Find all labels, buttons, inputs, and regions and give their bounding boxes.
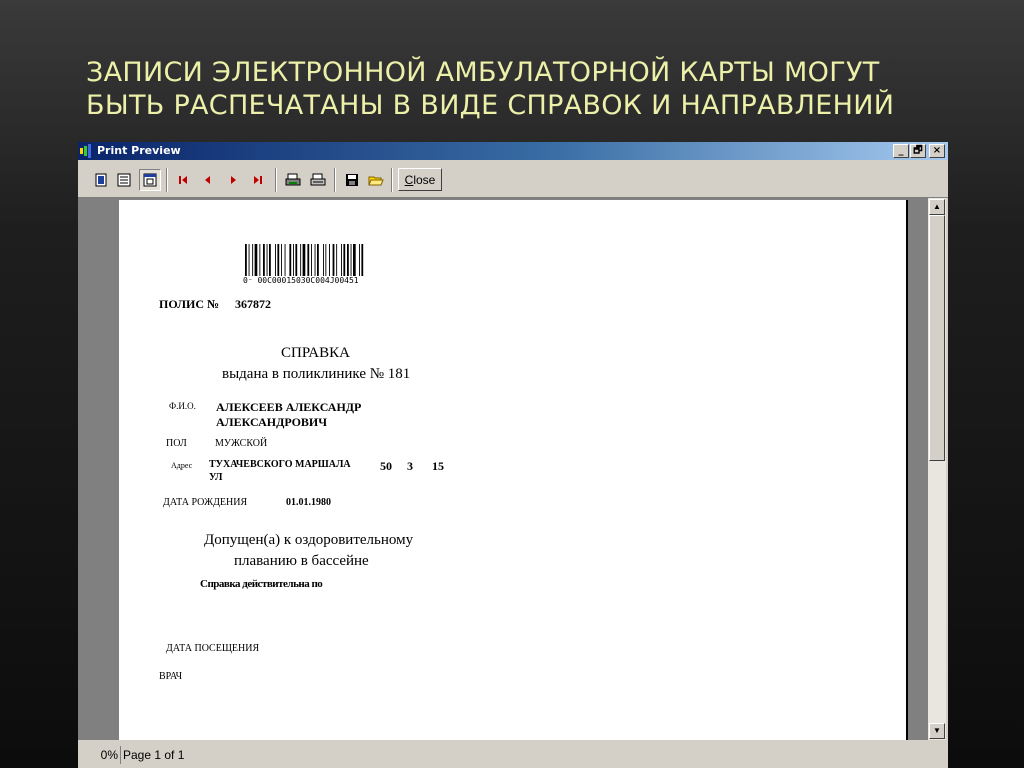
print-setup-button[interactable] — [282, 169, 304, 191]
fit-page-icon — [143, 173, 157, 187]
address-type: УЛ — [209, 472, 223, 483]
valid-until-label: Справка действительна по — [200, 578, 323, 590]
print-preview-window: Print Preview _ 🗗 × C lose 0⁻ 00C0001503… — [78, 142, 948, 768]
fio-label: Ф.И.О. — [169, 401, 196, 411]
open-icon — [368, 176, 384, 186]
fit-page-button[interactable] — [139, 169, 161, 191]
open-button[interactable] — [365, 169, 387, 191]
close-window-button[interactable]: × — [929, 144, 945, 158]
status-bar: 0% Page 1 of 1 — [78, 742, 948, 768]
barcode-text: 0⁻ 00C00015030C004J00451 — [243, 276, 359, 285]
last-page-icon — [254, 176, 262, 184]
save-icon — [346, 174, 358, 186]
minimize-button[interactable]: _ — [893, 144, 909, 158]
visit-date-label: ДАТА ПОСЕЩЕНИЯ — [166, 643, 260, 654]
close-mnemonic: C — [404, 172, 414, 187]
two-pages-icon — [117, 173, 131, 187]
first-page-button[interactable] — [172, 169, 194, 191]
document-subheading: выдана в поликлинике № 181 — [222, 366, 411, 382]
print-setup-icon — [285, 173, 301, 186]
toolbar: Close — [78, 162, 948, 198]
slide-title-line-2: БЫТЬ РАСПЕЧАТАНЫ В ВИДЕ СПРАВОК И НАПРАВ… — [86, 90, 895, 121]
address-building: 3 — [407, 459, 413, 473]
slide-title-line-1: ЗАПИСИ ЭЛЕКТРОННОЙ АМБУЛАТОРНОЙ КАРТЫ МО… — [86, 57, 880, 88]
window-title: Print Preview — [97, 144, 181, 157]
document-page: 0⁻ 00C00015030C004J00451 ПОЛИС № 367872 … — [119, 200, 908, 740]
address-house: 50 — [380, 459, 392, 473]
sex-label: ПОЛ — [166, 438, 187, 449]
print-button[interactable] — [307, 169, 329, 191]
next-page-button[interactable] — [222, 169, 244, 191]
policy-label: ПОЛИС № — [159, 297, 220, 311]
dob-value: 01.01.1980 — [286, 497, 331, 508]
fio-line-2: АЛЕКСАНДРОВИЧ — [216, 415, 328, 429]
prev-page-icon — [205, 176, 210, 184]
window-titlebar[interactable]: Print Preview _ 🗗 × — [78, 142, 948, 160]
scroll-down-button[interactable]: ▼ — [929, 723, 945, 739]
next-page-icon — [231, 176, 236, 184]
first-page-icon — [179, 176, 187, 184]
print-icon — [310, 173, 326, 186]
prev-page-button[interactable] — [197, 169, 219, 191]
slide-title: ЗАПИСИ ЭЛЕКТРОННОЙ АМБУЛАТОРНОЙ КАРТЫ МО… — [86, 56, 986, 122]
scroll-thumb[interactable] — [929, 215, 945, 461]
scroll-up-button[interactable]: ▲ — [929, 199, 945, 215]
admission-line-2: плаванию в бассейне — [234, 553, 369, 569]
preview-area[interactable]: 0⁻ 00C00015030C004J00451 ПОЛИС № 367872 … — [78, 198, 928, 740]
vertical-scrollbar[interactable]: ▲ ▼ — [928, 198, 946, 740]
save-button[interactable] — [341, 169, 363, 191]
document-heading: СПРАВКА — [281, 345, 350, 361]
sex-value: МУЖСКОЙ — [215, 438, 268, 449]
zoom-level: 0% — [100, 748, 118, 762]
single-page-icon — [95, 173, 107, 187]
address-label: Адрес — [171, 461, 193, 470]
address-flat: 15 — [432, 459, 444, 473]
dob-label: ДАТА РОЖДЕНИЯ — [163, 497, 248, 508]
last-page-button[interactable] — [247, 169, 269, 191]
barcode — [245, 244, 364, 276]
close-preview-button[interactable]: Close — [398, 168, 442, 191]
app-icon — [80, 144, 91, 158]
single-page-button[interactable] — [90, 169, 112, 191]
fio-line-1: АЛЕКСЕЕВ АЛЕКСАНДР — [216, 400, 362, 414]
restore-button[interactable]: 🗗 — [910, 144, 926, 158]
two-pages-button[interactable] — [113, 169, 135, 191]
address-street: ТУХАЧЕВСКОГО МАРШАЛА — [209, 459, 351, 470]
admission-line-1: Допущен(а) к оздоровительному — [204, 532, 414, 548]
page-info: Page 1 of 1 — [123, 748, 185, 762]
policy-number: 367872 — [235, 297, 271, 311]
close-label-rest: lose — [413, 172, 436, 187]
doctor-label: ВРАЧ — [159, 671, 183, 682]
